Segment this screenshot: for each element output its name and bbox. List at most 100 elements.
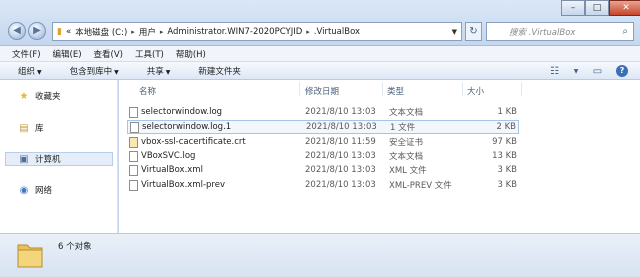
- menu-bar: 文件(F) 编辑(E) 查看(V) 工具(T) 帮助(H): [0, 46, 640, 62]
- folder-icon: [17, 244, 43, 268]
- nav-computer[interactable]: ▣ 计算机: [5, 152, 113, 166]
- back-button[interactable]: ◀: [8, 22, 26, 40]
- file-row-selected[interactable]: selectorwindow.log.1 2021/8/10 13:03 1 文…: [127, 120, 519, 134]
- menu-file[interactable]: 文件(F): [12, 48, 41, 60]
- file-date: 2021/8/10 11:59: [305, 137, 376, 147]
- file-size: 3 KB: [497, 165, 517, 175]
- nav-favorites[interactable]: ★ 收藏夹: [18, 90, 61, 103]
- column-header-name[interactable]: 名称: [139, 85, 156, 97]
- library-icon: ▤: [19, 122, 29, 134]
- nav-libraries[interactable]: ▤ 库: [18, 122, 43, 135]
- column-divider[interactable]: [462, 82, 463, 96]
- file-date: 2021/8/10 13:03: [305, 107, 376, 117]
- file-date: 2021/8/10 13:03: [306, 122, 377, 132]
- search-placeholder: 搜索 .VirtualBox: [509, 27, 576, 38]
- column-header-date[interactable]: 修改日期: [305, 85, 339, 97]
- chevron-right-icon[interactable]: ▸: [131, 28, 135, 36]
- file-row[interactable]: vbox-ssl-cacertificate.crt 2021/8/10 11:…: [127, 135, 519, 149]
- file-type: XML-PREV 文件: [389, 181, 452, 191]
- details-pane: [0, 233, 640, 277]
- text-file-icon: [129, 150, 138, 162]
- search-input[interactable]: 搜索 .VirtualBox ⌕: [486, 22, 634, 41]
- maximize-button[interactable]: □: [585, 0, 609, 16]
- command-bar: 组织 ▼ 包含到库中 ▼ 共享 ▼ 新建文件夹 ☷ ▼ ▭ ?: [0, 62, 640, 80]
- file-list: 名称 修改日期 类型 大小 selectorwindow.log 2021/8/…: [119, 80, 640, 233]
- file-size: 1 KB: [497, 107, 517, 117]
- chevron-down-icon: ▼: [37, 68, 42, 76]
- certificate-icon: [129, 136, 138, 148]
- window-controls: – □ ✕: [561, 0, 640, 16]
- file-row[interactable]: VBoxSVC.log 2021/8/10 13:03 文本文档 13 KB: [127, 149, 519, 163]
- file-name: VBoxSVC.log: [141, 151, 196, 161]
- file-type: 文本文档: [389, 108, 424, 118]
- item-count: 6 个对象: [58, 242, 92, 252]
- file-size: 2 KB: [496, 122, 516, 132]
- folder-icon: ▮: [57, 26, 62, 37]
- nav-computer-label: 计算机: [35, 155, 61, 165]
- file-type: 1 文件: [390, 123, 416, 133]
- file-name: selectorwindow.log.1: [142, 122, 232, 132]
- organize-label: 组织: [18, 66, 36, 77]
- computer-icon: ▣: [19, 153, 29, 165]
- file-name: VirtualBox.xml: [141, 165, 203, 175]
- include-in-library-button[interactable]: 包含到库中 ▼: [70, 65, 119, 77]
- file-row[interactable]: selectorwindow.log 2021/8/10 13:03 文本文档 …: [127, 105, 519, 119]
- close-button[interactable]: ✕: [609, 0, 640, 16]
- column-divider[interactable]: [382, 82, 383, 96]
- nav-network-label: 网络: [35, 186, 53, 196]
- navigation-pane: ★ 收藏夹 ▤ 库 ▣ 计算机 ◉ 网络: [0, 80, 118, 233]
- file-date: 2021/8/10 13:03: [305, 151, 376, 161]
- new-folder-button[interactable]: 新建文件夹: [198, 65, 241, 77]
- file-date: 2021/8/10 13:03: [305, 165, 376, 175]
- menu-help[interactable]: 帮助(H): [176, 48, 206, 60]
- menu-tools[interactable]: 工具(T): [135, 48, 164, 60]
- chevron-right-icon[interactable]: ▸: [306, 28, 310, 36]
- organize-button[interactable]: 组织 ▼: [18, 65, 42, 77]
- xml-file-icon: [129, 164, 138, 176]
- network-icon: ◉: [19, 184, 29, 196]
- file-icon: [129, 179, 138, 191]
- search-icon[interactable]: ⌕: [622, 26, 628, 37]
- chevron-down-icon[interactable]: ▼: [573, 66, 579, 77]
- refresh-icon[interactable]: ↻: [465, 22, 482, 41]
- nav-network[interactable]: ◉ 网络: [18, 184, 53, 197]
- breadcrumb-virtualbox[interactable]: .VirtualBox: [314, 27, 360, 37]
- column-divider[interactable]: [299, 82, 300, 96]
- text-file-icon: [129, 106, 138, 118]
- column-header-size[interactable]: 大小: [467, 85, 484, 97]
- chevron-right-icon[interactable]: ▸: [160, 28, 164, 36]
- include-in-library-label: 包含到库中: [69, 66, 113, 77]
- column-divider[interactable]: [521, 82, 522, 96]
- chevron-down-icon: ▼: [114, 68, 119, 76]
- file-type: 文本文档: [389, 152, 424, 162]
- file-size: 3 KB: [497, 180, 517, 190]
- view-options-icon[interactable]: ☷: [548, 66, 561, 77]
- file-type: XML 文件: [389, 166, 427, 176]
- chevron-down-icon[interactable]: ▼: [452, 28, 457, 36]
- file-name: selectorwindow.log: [141, 107, 223, 117]
- breadcrumb-users[interactable]: 用户: [139, 26, 156, 38]
- column-header-type[interactable]: 类型: [387, 85, 404, 97]
- file-size: 13 KB: [492, 151, 517, 161]
- file-icon: [130, 121, 139, 133]
- star-icon: ★: [19, 90, 29, 102]
- forward-button[interactable]: ▶: [28, 22, 46, 40]
- share-label: 共享: [146, 66, 164, 77]
- chevron-down-icon: ▼: [165, 68, 171, 76]
- minimize-button[interactable]: –: [561, 0, 585, 16]
- file-row[interactable]: VirtualBox.xml-prev 2021/8/10 13:03 XML-…: [127, 178, 519, 192]
- file-date: 2021/8/10 13:03: [305, 180, 376, 190]
- nav-favorites-label: 收藏夹: [35, 92, 61, 102]
- file-name: vbox-ssl-cacertificate.crt: [141, 137, 246, 147]
- menu-view[interactable]: 查看(V): [94, 48, 123, 60]
- address-bar[interactable]: ▮ « 本地磁盘 (C:) ▸ 用户 ▸ Administrator.WIN7-…: [52, 22, 462, 41]
- file-size: 97 KB: [492, 137, 517, 147]
- preview-pane-icon[interactable]: ▭: [591, 66, 604, 77]
- breadcrumb-local-disk[interactable]: 本地磁盘 (C:): [75, 26, 127, 38]
- help-icon[interactable]: ?: [616, 65, 628, 77]
- file-row[interactable]: VirtualBox.xml 2021/8/10 13:03 XML 文件 3 …: [127, 163, 519, 177]
- breadcrumb-administrator[interactable]: Administrator.WIN7-2020PCYJID: [167, 27, 302, 37]
- share-button[interactable]: 共享 ▼: [147, 65, 171, 77]
- address-prefix[interactable]: «: [66, 27, 71, 37]
- menu-edit[interactable]: 编辑(E): [53, 48, 82, 60]
